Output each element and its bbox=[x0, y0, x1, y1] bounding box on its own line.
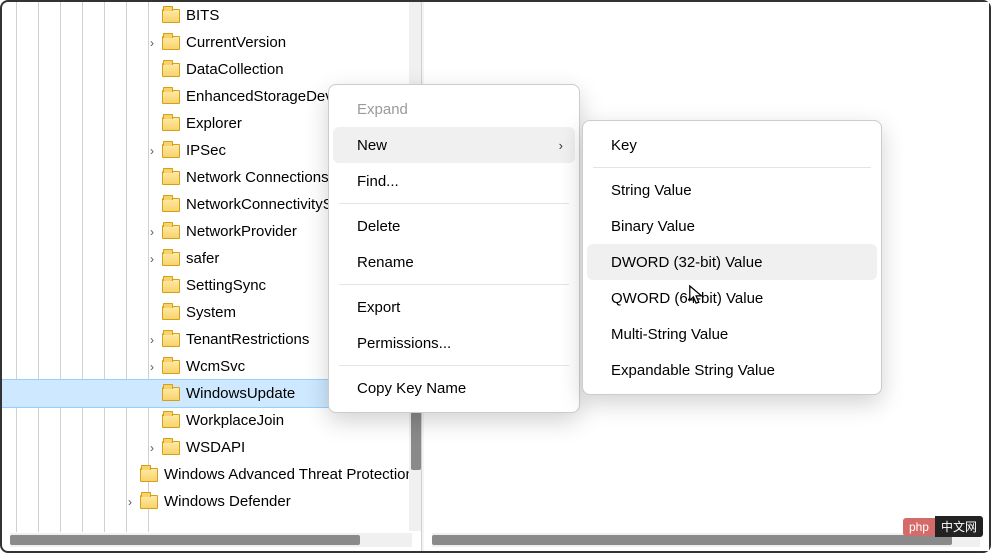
menu-item-label: DWORD (32-bit) Value bbox=[611, 254, 762, 271]
folder-icon bbox=[162, 63, 180, 77]
submenu-item[interactable]: DWORD (32-bit) Value bbox=[587, 244, 877, 280]
chevron-right-icon[interactable]: › bbox=[144, 143, 160, 159]
folder-icon bbox=[162, 252, 180, 266]
folder-icon bbox=[140, 468, 158, 482]
context-menu-item[interactable]: New › bbox=[333, 127, 575, 163]
menu-item-label: Export bbox=[357, 299, 400, 316]
menu-separator bbox=[339, 203, 569, 204]
folder-icon bbox=[162, 36, 180, 50]
context-submenu-new: Key String Value Binary Value DWORD (32-bit… bbox=[582, 120, 882, 395]
menu-item-label: Expand bbox=[357, 101, 408, 118]
menu-item-label: Rename bbox=[357, 254, 414, 271]
chevron-right-icon[interactable]: › bbox=[144, 359, 160, 375]
tree-item-label: CurrentVersion bbox=[186, 34, 286, 51]
tree-item-label: WcmSvc bbox=[186, 358, 245, 375]
context-menu-item[interactable]: Find... bbox=[333, 163, 575, 199]
submenu-item[interactable]: Expandable String Value bbox=[587, 352, 877, 388]
tree-item-label: safer bbox=[186, 250, 219, 267]
menu-item-label: Binary Value bbox=[611, 218, 695, 235]
watermark-right: 中文网 bbox=[935, 516, 983, 537]
submenu-item[interactable]: Key bbox=[587, 127, 877, 163]
folder-icon bbox=[162, 90, 180, 104]
tree-item[interactable]: › WSDAPI bbox=[2, 434, 423, 461]
context-menu-item[interactable]: Copy Key Name bbox=[333, 370, 575, 406]
chevron-right-icon: › bbox=[559, 138, 563, 153]
menu-item-label: Key bbox=[611, 137, 637, 154]
tree-item[interactable]: Windows Advanced Threat Protection bbox=[2, 461, 423, 488]
folder-icon bbox=[162, 387, 180, 401]
chevron-right-icon[interactable]: › bbox=[144, 35, 160, 51]
folder-icon bbox=[162, 171, 180, 185]
context-menu-item[interactable]: Rename bbox=[333, 244, 575, 280]
menu-item-label: Find... bbox=[357, 173, 399, 190]
tree-item-label: Explorer bbox=[186, 115, 242, 132]
menu-item-label: Permissions... bbox=[357, 335, 451, 352]
submenu-item[interactable]: QWORD (64-bit) Value bbox=[587, 280, 877, 316]
menu-item-label: Multi-String Value bbox=[611, 326, 728, 343]
tree-item-label: BITS bbox=[186, 7, 219, 24]
menu-item-label: Expandable String Value bbox=[611, 362, 775, 379]
context-menu-item[interactable]: Delete bbox=[333, 208, 575, 244]
tree-item-label: SettingSync bbox=[186, 277, 266, 294]
folder-icon bbox=[162, 333, 180, 347]
tree-horizontal-scrollbar[interactable] bbox=[10, 533, 412, 547]
tree-item-label: Windows Advanced Threat Protection bbox=[164, 466, 414, 483]
tree-item[interactable]: BITS bbox=[2, 2, 423, 29]
scrollbar-thumb[interactable] bbox=[432, 535, 952, 545]
tree-item-label: NetworkProvider bbox=[186, 223, 297, 240]
folder-icon bbox=[162, 441, 180, 455]
submenu-item[interactable]: String Value bbox=[587, 172, 877, 208]
menu-item-label: String Value bbox=[611, 182, 692, 199]
menu-separator bbox=[339, 365, 569, 366]
context-menu-item: Expand bbox=[333, 91, 575, 127]
tree-item-label: WorkplaceJoin bbox=[186, 412, 284, 429]
menu-item-label: New bbox=[357, 137, 387, 154]
chevron-right-icon[interactable]: › bbox=[144, 251, 160, 267]
tree-item[interactable]: DataCollection bbox=[2, 56, 423, 83]
folder-icon bbox=[162, 306, 180, 320]
watermark-left: php bbox=[903, 518, 935, 536]
folder-icon bbox=[162, 414, 180, 428]
tree-item-label: DataCollection bbox=[186, 61, 284, 78]
folder-icon bbox=[162, 198, 180, 212]
submenu-item[interactable]: Multi-String Value bbox=[587, 316, 877, 352]
chevron-right-icon[interactable]: › bbox=[144, 332, 160, 348]
tree-item[interactable]: › Windows Defender bbox=[2, 488, 423, 515]
folder-icon bbox=[162, 279, 180, 293]
menu-item-label: Copy Key Name bbox=[357, 380, 466, 397]
menu-separator bbox=[593, 167, 871, 168]
menu-separator bbox=[339, 284, 569, 285]
tree-item-label: Windows Defender bbox=[164, 493, 291, 510]
tree-item-label: TenantRestrictions bbox=[186, 331, 309, 348]
menu-item-label: QWORD (64-bit) Value bbox=[611, 290, 763, 307]
watermark: php 中文网 bbox=[903, 516, 983, 537]
context-menu-item[interactable]: Permissions... bbox=[333, 325, 575, 361]
tree-item-label: Network Connections bbox=[186, 169, 329, 186]
chevron-right-icon[interactable]: › bbox=[144, 440, 160, 456]
chevron-right-icon[interactable]: › bbox=[144, 224, 160, 240]
tree-item-label: System bbox=[186, 304, 236, 321]
tree-item[interactable]: › CurrentVersion bbox=[2, 29, 423, 56]
chevron-right-icon[interactable]: › bbox=[122, 494, 138, 510]
folder-icon bbox=[162, 144, 180, 158]
tree-item-label: WindowsUpdate bbox=[186, 385, 295, 402]
tree-item-label: WSDAPI bbox=[186, 439, 245, 456]
folder-icon bbox=[162, 360, 180, 374]
context-menu-item[interactable]: Export bbox=[333, 289, 575, 325]
folder-icon bbox=[162, 225, 180, 239]
values-horizontal-scrollbar[interactable] bbox=[432, 533, 980, 547]
scrollbar-thumb[interactable] bbox=[411, 412, 421, 470]
submenu-item[interactable]: Binary Value bbox=[587, 208, 877, 244]
folder-icon bbox=[162, 117, 180, 131]
context-menu: Expand New › Find... Delete Rename Export Permi… bbox=[328, 84, 580, 413]
folder-icon bbox=[140, 495, 158, 509]
scrollbar-thumb[interactable] bbox=[10, 535, 360, 545]
tree-item-label: IPSec bbox=[186, 142, 226, 159]
menu-item-label: Delete bbox=[357, 218, 400, 235]
folder-icon bbox=[162, 9, 180, 23]
